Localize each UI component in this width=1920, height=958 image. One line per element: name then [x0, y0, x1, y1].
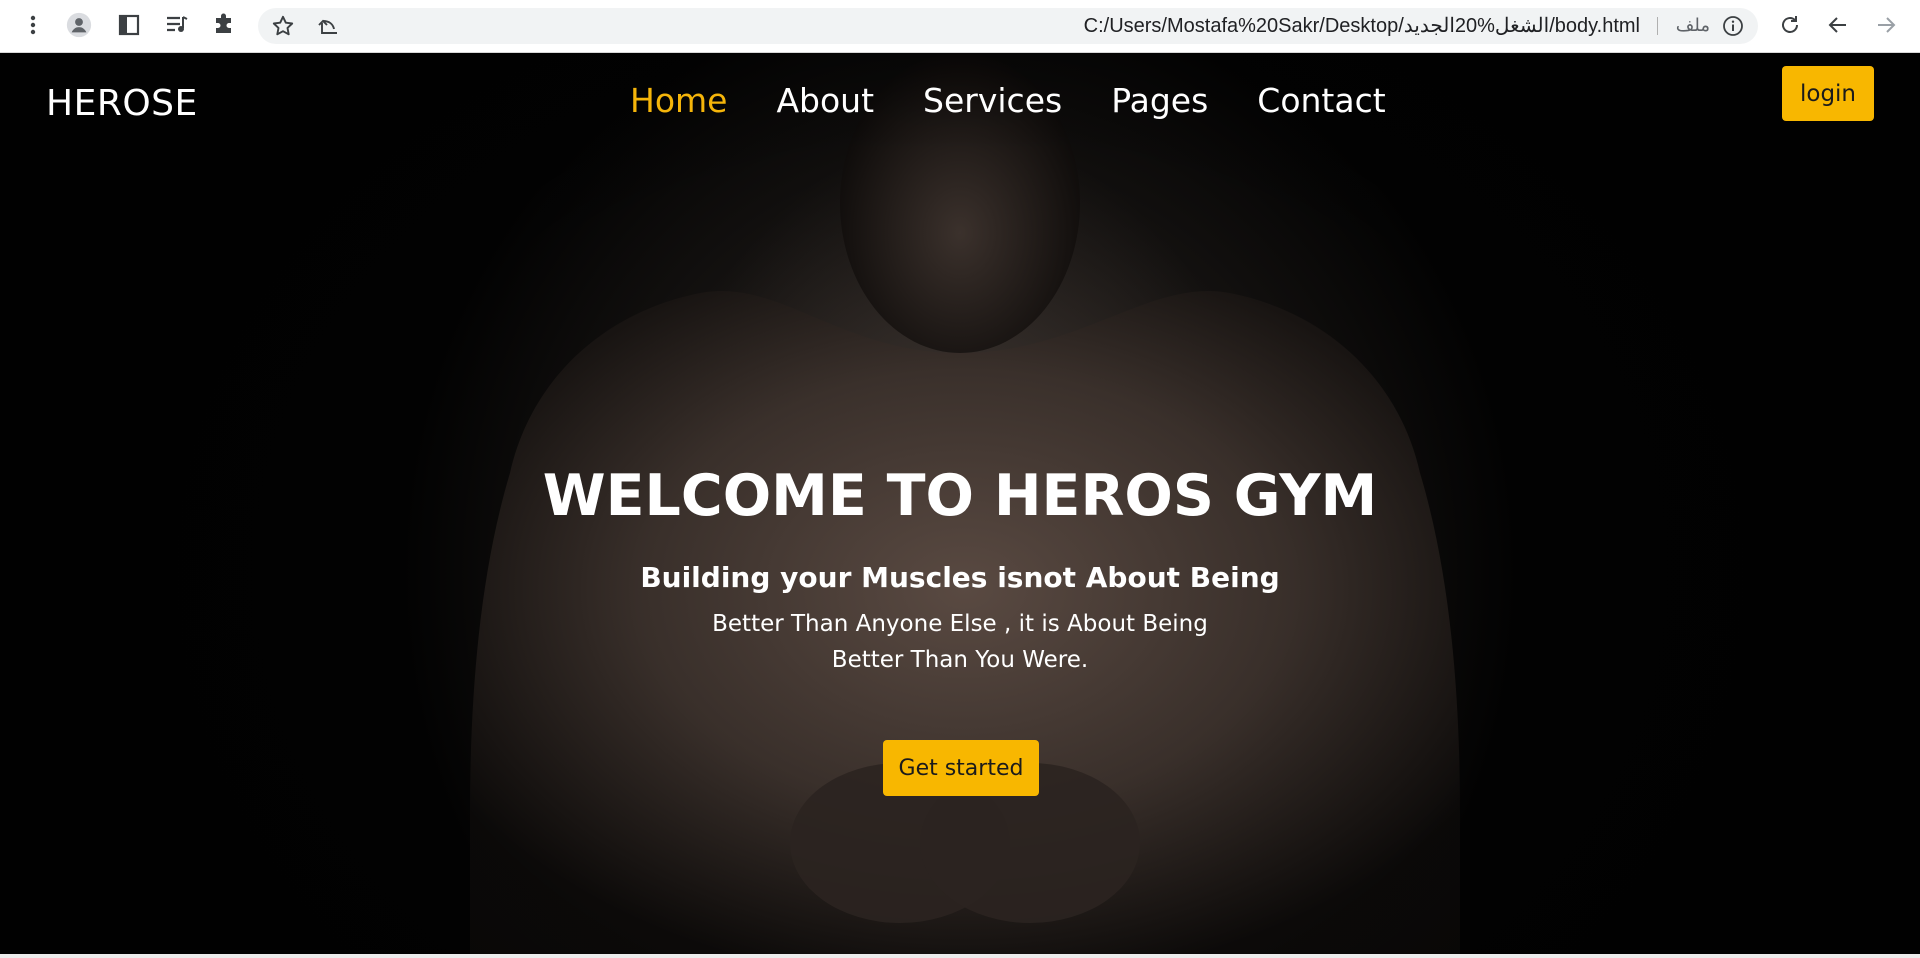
page-bottom-edge [0, 954, 1920, 958]
forward-icon[interactable] [1873, 12, 1899, 38]
nav-link-home[interactable]: Home [630, 81, 727, 120]
share-icon[interactable] [315, 13, 341, 39]
hero-section: HEROSE Home About Services Pages Contact… [0, 53, 1920, 954]
side-panel-icon[interactable] [116, 12, 142, 38]
profile-icon[interactable] [66, 12, 92, 38]
back-icon[interactable] [1825, 12, 1851, 38]
bookmark-star-icon[interactable] [270, 13, 296, 39]
browser-toolbar: C:/Users/Mostafa%20Sakr/Desktop/الشغل%20… [0, 0, 1920, 53]
hero-text-line1: Better Than Anyone Else , it is About Be… [712, 611, 1208, 637]
login-button[interactable]: login [1782, 66, 1874, 121]
nav-link-about[interactable]: About [776, 81, 874, 120]
nav-link-services[interactable]: Services [923, 81, 1062, 120]
reload-icon[interactable] [1777, 12, 1803, 38]
nav-link-contact[interactable]: Contact [1257, 81, 1385, 120]
url-separator [1657, 17, 1658, 35]
get-started-button[interactable]: Get started [883, 740, 1039, 796]
reading-list-icon[interactable] [164, 12, 190, 38]
address-bar[interactable]: C:/Users/Mostafa%20Sakr/Desktop/الشغل%20… [258, 8, 1758, 44]
more-vert-icon[interactable] [20, 12, 46, 38]
site-logo[interactable]: HEROSE [46, 83, 198, 124]
extensions-icon[interactable] [211, 12, 237, 38]
main-nav: Home About Services Pages Contact [630, 81, 1386, 120]
hero-text-line2: Better Than You Were. [831, 647, 1089, 673]
hero-subtitle: Building your Muscles isnot About Being [640, 561, 1280, 594]
url-text[interactable]: C:/Users/Mostafa%20Sakr/Desktop/الشغل%20… [1084, 8, 1640, 44]
hero-title: WELCOME TO HEROS GYM [542, 463, 1378, 529]
site-info-icon[interactable] [1720, 13, 1746, 39]
scheme-label: ملف [1675, 15, 1710, 36]
nav-link-pages[interactable]: Pages [1111, 81, 1208, 120]
